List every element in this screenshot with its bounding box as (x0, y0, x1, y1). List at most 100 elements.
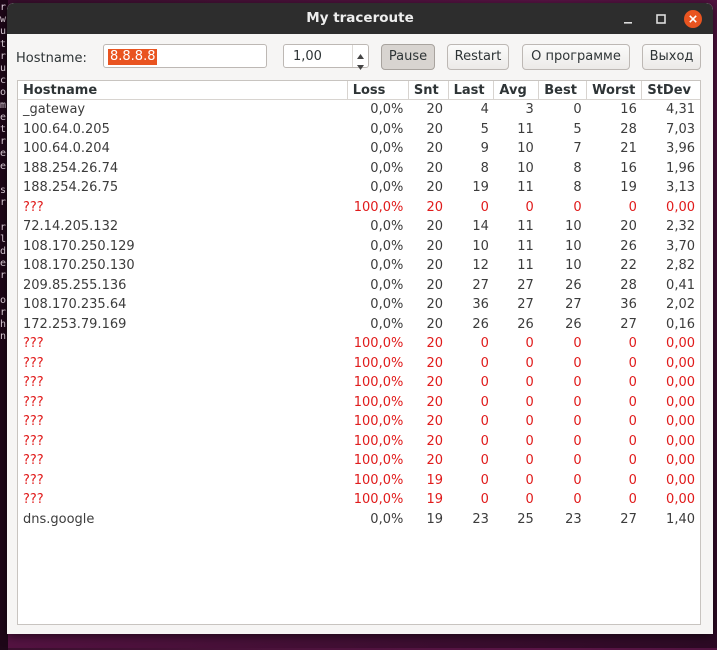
cell-avg: 0 (525, 199, 534, 215)
table-row[interactable]: 108.170.250.129 0,0% 20 10 11 10 26 3,70 (18, 237, 700, 257)
table-row[interactable]: _gateway 0,0% 20 4 3 0 16 4,31 (18, 100, 700, 120)
table-row[interactable]: 188.254.26.75 0,0% 20 19 11 8 19 3,13 (18, 178, 700, 198)
cell-snt: 20 (426, 180, 444, 196)
column-header-stdev[interactable]: StDev (641, 81, 700, 100)
cell-avg: 10 (517, 141, 534, 157)
cell-best: 0 (573, 102, 582, 118)
table-row[interactable]: ??? 100,0% 19 0 0 0 0 0,00 (18, 471, 700, 491)
cell-hostname: _gateway (23, 102, 86, 118)
cell-snt: 20 (426, 433, 444, 449)
cell-stdev: 0,41 (666, 277, 695, 293)
cell-snt: 20 (426, 102, 444, 118)
cell-loss: 0,0% (370, 316, 404, 332)
cell-avg: 10 (517, 160, 534, 176)
cell-loss: 0,0% (370, 141, 404, 157)
table-row[interactable]: 100.64.0.205 0,0% 20 5 11 5 28 7,03 (18, 120, 700, 140)
about-button[interactable]: О программе (522, 44, 630, 70)
hostname-label: Hostname: (16, 51, 87, 66)
column-header-best[interactable]: Best (538, 81, 588, 100)
cell-best: 0 (573, 199, 582, 215)
cell-last: 5 (480, 121, 489, 137)
table-row[interactable]: 108.170.250.130 0,0% 20 12 11 10 22 2,82 (18, 256, 700, 276)
cell-avg: 0 (525, 394, 534, 410)
hostname-input[interactable]: 8.8.8.8 (103, 44, 267, 68)
column-header-snt[interactable]: Snt (408, 81, 449, 100)
trace-table-container[interactable]: Hostname Loss Snt Last Avg Best Worst StDev _ga… (17, 80, 701, 625)
table-row[interactable]: ??? 100,0% 20 0 0 0 0 0,00 (18, 393, 700, 413)
table-row[interactable]: ??? 100,0% 19 0 0 0 0 0,00 (18, 490, 700, 510)
cell-loss: 100,0% (353, 199, 404, 215)
table-row[interactable]: ??? 100,0% 20 0 0 0 0 0,00 (18, 412, 700, 432)
cell-avg: 0 (525, 472, 534, 488)
cell-loss: 100,0% (353, 355, 404, 371)
column-header-worst[interactable]: Worst (586, 81, 643, 100)
table-row[interactable]: ??? 100,0% 20 0 0 0 0 0,00 (18, 198, 700, 218)
table-row[interactable]: ??? 100,0% 20 0 0 0 0 0,00 (18, 451, 700, 471)
table-row[interactable]: 172.253.79.169 0,0% 20 26 26 26 27 0,16 (18, 315, 700, 335)
cell-snt: 20 (426, 336, 444, 352)
cell-snt: 19 (426, 492, 444, 508)
table-row[interactable]: 108.170.235.64 0,0% 20 36 27 27 36 2,02 (18, 295, 700, 315)
cell-last: 12 (472, 258, 489, 274)
cell-last: 14 (472, 219, 489, 235)
pause-button[interactable]: Pause (381, 44, 435, 70)
cell-hostname: ??? (23, 375, 44, 391)
cell-stdev: 0,16 (666, 316, 695, 332)
mytraceroute-window: My traceroute Hostname: 8.8.8.8 1,00 Pau… (7, 3, 713, 634)
cell-last: 26 (472, 316, 489, 332)
cell-avg: 11 (517, 238, 534, 254)
table-row[interactable]: ??? 100,0% 20 0 0 0 0 0,00 (18, 334, 700, 354)
cell-hostname: 108.170.250.129 (23, 238, 135, 254)
cell-best: 10 (565, 219, 582, 235)
cell-last: 0 (480, 492, 489, 508)
cell-stdev: 0,00 (666, 199, 695, 215)
interval-spinner[interactable]: 1,00 (283, 44, 369, 70)
cell-worst: 28 (620, 121, 637, 137)
restart-button[interactable]: Restart (447, 44, 509, 70)
cell-loss: 0,0% (370, 121, 404, 137)
cell-stdev: 0,00 (666, 414, 695, 430)
spinner-up-icon[interactable] (356, 46, 365, 59)
cell-loss: 100,0% (353, 394, 404, 410)
cell-worst: 21 (620, 141, 637, 157)
column-header-last[interactable]: Last (448, 81, 495, 100)
close-icon[interactable] (684, 10, 702, 28)
minimize-icon[interactable] (619, 10, 637, 28)
title-bar[interactable]: My traceroute (7, 3, 713, 34)
cell-snt: 20 (426, 199, 444, 215)
table-row[interactable]: ??? 100,0% 20 0 0 0 0 0,00 (18, 354, 700, 374)
column-header-loss[interactable]: Loss (347, 81, 409, 100)
interval-value: 1,00 (293, 49, 322, 64)
cell-loss: 0,0% (370, 258, 404, 274)
cell-avg: 0 (525, 433, 534, 449)
cell-snt: 20 (426, 277, 444, 293)
cell-last: 27 (472, 277, 489, 293)
table-row[interactable]: ??? 100,0% 20 0 0 0 0 0,00 (18, 432, 700, 452)
cell-last: 36 (472, 297, 489, 313)
column-header-hostname[interactable]: Hostname (18, 81, 348, 100)
table-row[interactable]: ??? 100,0% 20 0 0 0 0 0,00 (18, 373, 700, 393)
trace-table: Hostname Loss Snt Last Avg Best Worst StDev _ga… (18, 81, 700, 529)
maximize-icon[interactable] (652, 10, 670, 28)
cell-hostname: ??? (23, 199, 44, 215)
table-row[interactable]: 100.64.0.204 0,0% 20 9 10 7 21 3,96 (18, 139, 700, 159)
cell-hostname: 72.14.205.132 (23, 219, 119, 235)
table-row[interactable]: 72.14.205.132 0,0% 20 14 11 10 20 2,32 (18, 217, 700, 237)
cell-loss: 100,0% (353, 375, 404, 391)
cell-stdev: 0,00 (666, 433, 695, 449)
cell-loss: 0,0% (370, 102, 404, 118)
table-row[interactable]: 188.254.26.74 0,0% 20 8 10 8 16 1,96 (18, 159, 700, 179)
cell-stdev: 0,00 (666, 472, 695, 488)
table-row[interactable]: dns.google 0,0% 19 23 25 23 27 1,40 (18, 510, 700, 530)
cell-worst: 0 (628, 199, 637, 215)
exit-button[interactable]: Выход (642, 44, 701, 70)
column-header-avg[interactable]: Avg (493, 81, 540, 100)
cell-hostname: ??? (23, 492, 44, 508)
cell-avg: 0 (525, 453, 534, 469)
cell-avg: 0 (525, 492, 534, 508)
cell-hostname: 188.254.26.74 (23, 160, 119, 176)
spinner-down-icon[interactable] (356, 57, 365, 70)
table-row[interactable]: 209.85.255.136 0,0% 20 27 27 26 28 0,41 (18, 276, 700, 296)
window-title: My traceroute (306, 10, 414, 26)
cell-hostname: 172.253.79.169 (23, 316, 127, 332)
